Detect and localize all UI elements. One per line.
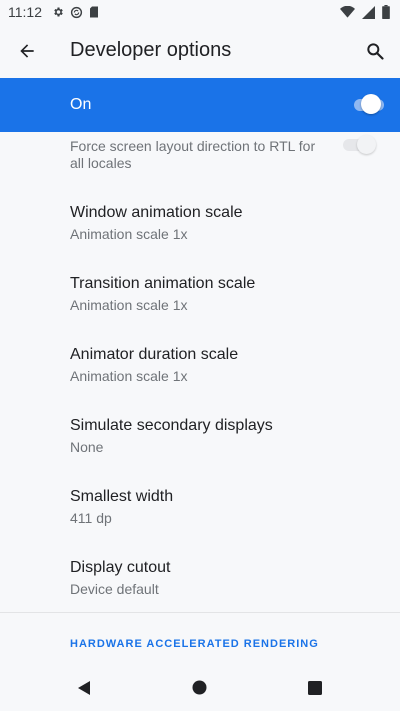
pref-simulate-secondary-displays[interactable]: Simulate secondary displays None: [0, 405, 400, 465]
force-rtl-item[interactable]: Force screen layout direction to RTL for…: [0, 132, 400, 182]
category-header: HARDWARE ACCELERATED RENDERING: [70, 638, 319, 650]
nav-back-icon[interactable]: [75, 679, 93, 697]
navigation-bar: [0, 664, 400, 711]
pref-title: Display cutout: [70, 559, 171, 576]
gear-icon: [54, 7, 63, 17]
wifi-icon: [340, 6, 355, 18]
pref-summary: Animation scale 1x: [70, 226, 188, 242]
preference-list[interactable]: Force screen layout direction to RTL for…: [0, 132, 400, 612]
section-divider: [0, 612, 400, 613]
nav-recents-icon[interactable]: [307, 680, 323, 696]
pref-summary: Device default: [70, 581, 159, 597]
search-icon: [367, 43, 384, 60]
rtl-toggle-thumb[interactable]: [357, 135, 376, 154]
pref-title: Animator duration scale: [70, 346, 239, 363]
cellular-icon: [362, 5, 375, 19]
pref-summary: Animation scale 1x: [70, 297, 188, 313]
pref-summary: Animation scale 1x: [70, 368, 188, 384]
pref-display-cutout[interactable]: Display cutout Device default: [0, 547, 400, 607]
pref-window-animation-scale[interactable]: Window animation scale Animation scale 1…: [0, 192, 400, 252]
pref-summary: Force screen layout direction to RTL for…: [70, 138, 316, 171]
search-button[interactable]: [358, 34, 392, 68]
app-bar: Developer options: [0, 24, 400, 78]
back-button[interactable]: [10, 34, 44, 68]
status-time: 11:12: [8, 4, 42, 20]
pref-title: Window animation scale: [70, 204, 243, 221]
battery-icon: [382, 5, 390, 19]
pref-smallest-width[interactable]: Smallest width 411 dp: [0, 476, 400, 536]
master-toggle-thumb[interactable]: [361, 94, 381, 114]
pref-transition-animation-scale[interactable]: Transition animation scale Animation sca…: [0, 263, 400, 323]
pref-title: Smallest width: [70, 488, 174, 505]
status-icons-left: [52, 5, 99, 19]
pref-title: Simulate secondary displays: [70, 417, 273, 434]
pref-summary: 411 dp: [70, 510, 112, 526]
pref-title: Transition animation scale: [70, 275, 256, 292]
sync-icon: [70, 6, 83, 18]
nav-home-icon[interactable]: [191, 679, 208, 696]
status-icons-right: [340, 5, 390, 19]
sd-card-icon: [90, 6, 98, 18]
master-switch-label: On: [70, 96, 92, 113]
pref-animator-duration-scale[interactable]: Animator duration scale Animation scale …: [0, 334, 400, 394]
arrow-back-icon: [20, 44, 34, 58]
page-title: Developer options: [70, 39, 232, 61]
pref-summary: None: [70, 439, 104, 455]
status-bar: 11:12: [0, 0, 400, 24]
master-switch-bar[interactable]: On: [0, 78, 400, 132]
